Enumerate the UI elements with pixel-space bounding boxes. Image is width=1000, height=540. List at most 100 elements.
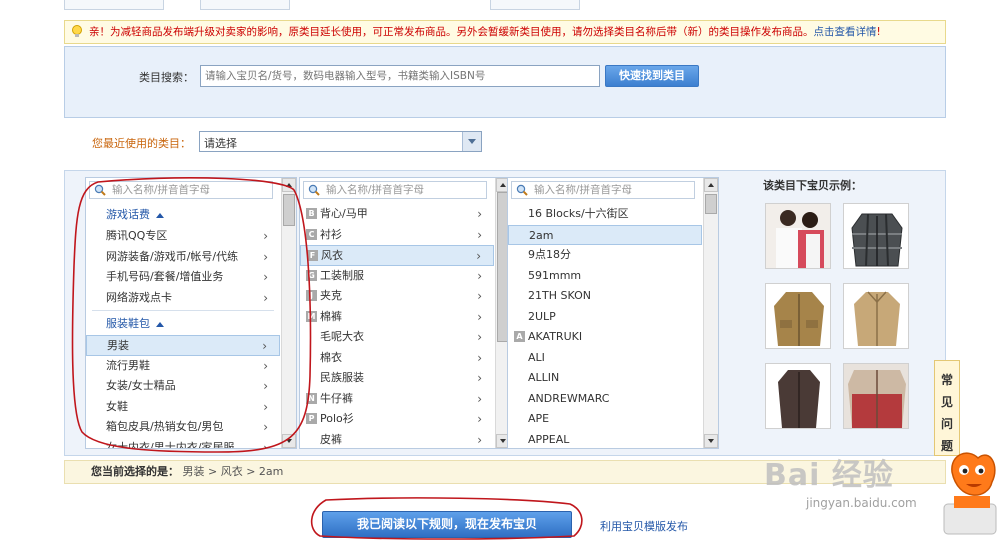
chevron-right-icon: › — [477, 391, 482, 406]
scroll-up-icon[interactable] — [704, 178, 718, 192]
divider — [92, 310, 274, 311]
chevron-right-icon: › — [477, 207, 482, 221]
list-item[interactable]: 网游装备/游戏币/帐号/代练 › — [86, 247, 280, 268]
tab-stub[interactable] — [200, 0, 290, 10]
chevron-right-icon: › — [263, 290, 268, 305]
list-item[interactable]: 皮裤 › — [300, 430, 494, 449]
tab-stub[interactable] — [490, 0, 580, 10]
example-image-beige-jacket[interactable] — [843, 283, 909, 349]
list-item-selected[interactable]: 男装 › — [86, 335, 280, 356]
item-label: 皮裤 — [320, 432, 342, 446]
column-1-search-input[interactable]: 输入名称/拼音首字母 — [89, 181, 273, 199]
column-2-search-input[interactable]: 输入名称/拼音首字母 — [303, 181, 487, 199]
faq-char: 问 — [940, 417, 953, 431]
list-item[interactable]: 网络游戏点卡 › — [86, 288, 280, 309]
example-image-dark-coat[interactable] — [765, 363, 831, 429]
find-category-button[interactable]: 快速找到类目 — [605, 65, 699, 87]
scroll-down-icon[interactable] — [704, 434, 718, 448]
list-item[interactable]: C 衬衫 › — [300, 225, 494, 246]
watermark-text: Bai 经验 — [764, 458, 894, 493]
list-item[interactable]: 9点18分 — [508, 245, 702, 266]
chevron-right-icon: › — [477, 309, 482, 324]
list-item[interactable]: ALLIN — [508, 368, 702, 389]
column-2-list: B 背心/马甲 › C 衬衫 › F 风衣 › G 工装制服 › J 夹克 › M 棉裤 › 毛呢大衣 › 棉衣 › 民族服… — [300, 204, 494, 449]
item-label: 女装/女士精品 — [106, 379, 176, 392]
example-image-plaid-coat[interactable] — [843, 203, 909, 269]
recent-category-label: 您最近使用的类目： — [92, 137, 191, 150]
category-browser: 输入名称/拼音首字母 游戏话费 腾讯QQ专区 › 网游装备/游戏币/帐号/代练 › … — [64, 170, 946, 456]
list-item[interactable]: 民族服装 › — [300, 368, 494, 389]
list-item[interactable]: 棉衣 › — [300, 348, 494, 369]
list-item[interactable]: J 夹克 › — [300, 286, 494, 307]
list-item[interactable]: APPEAL — [508, 430, 702, 449]
index-letter-badge: N — [306, 392, 317, 404]
group-header-label: 游戏话费 — [106, 208, 150, 221]
list-item[interactable]: M 棉裤 › — [300, 307, 494, 328]
scrollbar-thumb[interactable] — [705, 194, 717, 214]
dropdown-arrow-icon[interactable] — [462, 132, 481, 151]
list-item[interactable]: 16 Blocks/十六街区 — [508, 204, 702, 225]
item-label: ALLIN — [528, 371, 560, 384]
item-label: ALI — [528, 350, 545, 364]
category-column-2: 输入名称/拼音首字母 B 背心/马甲 › C 衬衫 › F 风衣 › G 工装制服 › J 夹克 › M 棉裤 ›… — [299, 177, 511, 449]
scroll-down-icon[interactable] — [282, 434, 296, 448]
list-item[interactable]: 毛呢大衣 › — [300, 327, 494, 348]
group-header-games[interactable]: 游戏话费 — [86, 204, 280, 226]
example-image-red-jacket[interactable] — [843, 363, 909, 429]
recent-category-select[interactable]: 请选择 — [199, 131, 482, 152]
column-1-scrollbar[interactable] — [281, 178, 296, 448]
list-item[interactable]: 流行男鞋 › — [86, 356, 280, 377]
tab-stub[interactable] — [64, 0, 164, 10]
list-item[interactable]: 女装/女士精品 › — [86, 376, 280, 397]
list-item[interactable]: 箱包皮具/热销女包/男包 › — [86, 417, 280, 438]
scrollbar-thumb[interactable] — [283, 194, 295, 226]
faq-side-tab[interactable]: 常 见 问 题 — [934, 360, 960, 456]
list-item[interactable]: 2ULP — [508, 307, 702, 328]
notice-detail-link[interactable]: 点击查看详情 — [814, 26, 877, 38]
column-3-scrollbar[interactable] — [703, 178, 718, 448]
item-label: 9点18分 — [528, 248, 571, 261]
scroll-up-icon[interactable] — [282, 178, 296, 192]
chevron-right-icon: › — [263, 399, 268, 414]
list-item[interactable]: APE — [508, 409, 702, 430]
list-item[interactable]: 591mmm — [508, 266, 702, 287]
item-label: 手机号码/套餐/增值业务 — [106, 270, 224, 283]
list-item[interactable]: P Polo衫 › — [300, 409, 494, 430]
list-item[interactable]: ANDREWMARC — [508, 389, 702, 410]
faq-char: 见 — [940, 395, 953, 409]
list-item[interactable]: G 工装制服 › — [300, 266, 494, 287]
column-3-list: 16 Blocks/十六街区 2am 9点18分 591mmm 21TH SKON 2UL… — [508, 204, 702, 449]
publish-item-button[interactable]: 我已阅读以下规则，现在发布宝贝 — [322, 511, 572, 538]
notice-text: 亲！为减轻商品发布端升级对卖家的影响，原类目延长使用，可正常发布商品。另外会暂缓… — [89, 26, 814, 38]
item-label: 棉裤 — [320, 309, 342, 323]
list-item[interactable]: 女鞋 › — [86, 397, 280, 418]
list-item[interactable]: 手机号码/套餐/增值业务 › — [86, 267, 280, 288]
group-header-apparel[interactable]: 服装鞋包 — [86, 313, 280, 335]
column-search-placeholder: 输入名称/拼音首字母 — [534, 184, 633, 196]
list-item[interactable]: B 背心/马甲 › — [300, 204, 494, 225]
category-search-input[interactable] — [200, 65, 600, 87]
list-item[interactable]: ALI — [508, 348, 702, 369]
chevron-right-icon: › — [262, 339, 267, 353]
list-item[interactable]: A AKATRUKI — [508, 327, 702, 348]
current-selection-label: 您当前选择的是： — [91, 465, 179, 478]
category-search-panel: 类目搜索： 快速找到类目 — [64, 46, 946, 118]
list-item[interactable]: N 牛仔裤 › — [300, 389, 494, 410]
search-icon — [94, 184, 106, 196]
list-item[interactable]: 腾讯QQ专区 › — [86, 226, 280, 247]
item-label: 背心/马甲 — [320, 207, 368, 220]
item-label: ANDREWMARC — [528, 391, 610, 405]
item-label: 女士内衣/男士内衣/家居服 — [106, 440, 235, 449]
list-item[interactable]: 女士内衣/男士内衣/家居服 › — [86, 438, 280, 449]
column-3-search-input[interactable]: 输入名称/拼音首字母 — [511, 181, 695, 199]
item-label: 衬衫 — [320, 227, 342, 241]
example-image-couple[interactable] — [765, 203, 831, 269]
list-item-selected[interactable]: F 风衣 › — [300, 245, 494, 266]
list-item-selected[interactable]: 2am — [508, 224, 702, 245]
search-icon — [516, 184, 528, 196]
chevron-right-icon: › — [477, 432, 482, 447]
list-item[interactable]: 21TH SKON — [508, 286, 702, 307]
publish-with-template-link[interactable]: 利用宝贝模版发布 — [600, 518, 688, 534]
chevron-right-icon: › — [263, 379, 268, 393]
example-image-khaki-jacket[interactable] — [765, 283, 831, 349]
